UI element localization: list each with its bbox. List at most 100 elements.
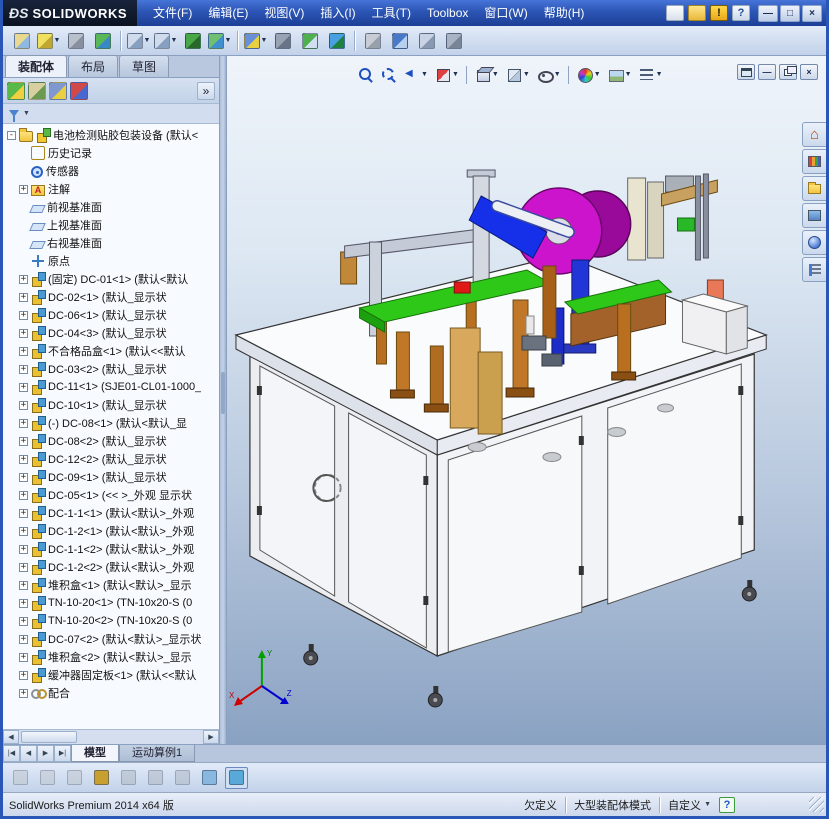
tree-expander[interactable]: + (19, 508, 28, 518)
dropdown-caret-icon[interactable]: ▼ (225, 37, 232, 44)
display-style-button[interactable]: ▼ (503, 64, 532, 85)
hide-show-items-button[interactable]: ▼ (534, 64, 563, 85)
tree-expander[interactable]: + (19, 310, 28, 320)
scroll-right-button[interactable]: ▶ (203, 730, 219, 744)
red-block[interactable] (453, 281, 471, 294)
tree-expander[interactable]: + (19, 616, 28, 626)
tree-item[interactable]: + 堆积盒<1> (默认<默认>_显示 (5, 576, 219, 594)
tree-item[interactable]: + DC-04<3> (默认_显示状 (5, 324, 219, 342)
tree-item[interactable]: + DC-03<2> (默认_显示状 (5, 360, 219, 378)
window-maximize-button[interactable]: □ (780, 4, 800, 22)
model-3d[interactable]: Y X Z (227, 56, 826, 744)
menu-item[interactable]: 插入(I) (312, 0, 363, 26)
new-document-icon[interactable] (666, 5, 684, 21)
measure-button[interactable] (387, 29, 412, 53)
tree-item[interactable]: + (-) DC-08<1> (默认<默认_显 (5, 414, 219, 432)
hide-show-components-button[interactable] (297, 29, 322, 53)
custom-status-dropdown[interactable]: 自定义 ▼ (668, 797, 711, 813)
tree-expander[interactable]: + (19, 544, 28, 554)
tree-expander[interactable]: + (19, 472, 28, 482)
dropdown-caret-icon[interactable]: ▼ (625, 71, 632, 78)
edit-appearance-button[interactable]: ▼ (574, 64, 603, 85)
open-document-icon[interactable] (688, 5, 706, 21)
menu-item[interactable]: 窗口(W) (476, 0, 535, 26)
document-window-menu-button[interactable] (737, 64, 755, 80)
tree-expander[interactable]: + (19, 454, 28, 464)
tree-item[interactable]: + DC-07<2> (默认<默认>_显示状 (5, 630, 219, 648)
tree-item[interactable]: + DC-1-2<2> (默认<默认>_外观 (5, 558, 219, 576)
tree-item[interactable]: +右视基准面 (5, 234, 219, 252)
appearances-scenes-tab[interactable] (802, 230, 826, 255)
menu-item[interactable]: 编辑(E) (200, 0, 256, 26)
tab-草图[interactable]: 草图 (119, 55, 170, 77)
edit-component-button[interactable] (9, 29, 34, 53)
tree-item[interactable]: +历史记录 (5, 144, 219, 162)
panel-expand-button[interactable]: » (197, 81, 215, 100)
rear-fixture-plates[interactable] (627, 173, 724, 301)
selection-filter-toggle-button[interactable] (180, 29, 205, 53)
scroll-left-button[interactable]: ◀ (3, 730, 19, 744)
menu-item[interactable]: 文件(F) (145, 0, 200, 26)
scroll-thumb[interactable] (21, 731, 77, 743)
menu-item[interactable]: 视图(V) (256, 0, 312, 26)
scroll-track[interactable] (19, 730, 203, 744)
filter-surface-bodies-button[interactable] (198, 767, 221, 789)
menu-item[interactable]: Toolbox (419, 0, 476, 26)
tree-item[interactable]: + DC-08<2> (默认_显示状 (5, 432, 219, 450)
tree-item[interactable]: + TN-10-20<1> (TN-10x20-S (0 (5, 594, 219, 612)
view-palette-tab[interactable] (802, 203, 826, 228)
section-view-button[interactable]: ▼ (432, 64, 461, 85)
move-rotate-component-button[interactable] (270, 29, 295, 53)
tree-item[interactable]: +原点 (5, 252, 219, 270)
apply-scene-button[interactable]: ▼ (605, 64, 634, 85)
previous-view-button[interactable]: ▼ (401, 64, 430, 85)
propertymanager-tab-icon[interactable] (28, 81, 46, 100)
edit-appearance-button[interactable]: ▼ (243, 29, 268, 53)
tree-item[interactable]: + DC-02<1> (默认_显示状 (5, 288, 219, 306)
tree-item[interactable]: + (固定) DC-01<1> (默认<默认 (5, 270, 219, 288)
mass-properties-button[interactable] (414, 29, 439, 53)
security-alert-icon[interactable] (710, 5, 728, 21)
tree-item[interactable]: + DC-12<2> (默认_显示状 (5, 450, 219, 468)
tree-horizontal-scrollbar[interactable]: ◀ ▶ (3, 729, 219, 744)
tree-item[interactable]: + DC-05<1> (<< >_外观 显示状 (5, 486, 219, 504)
solidworks-resources-tab[interactable] (802, 122, 826, 147)
tree-expander[interactable]: + (19, 364, 28, 374)
dropdown-caret-icon[interactable]: ▼ (594, 71, 601, 78)
tree-item[interactable]: + DC-06<1> (默认_显示状 (5, 306, 219, 324)
view-settings-button[interactable]: ▼ (636, 64, 665, 85)
tree-item[interactable]: + DC-11<1> (SJE01-CL01-1000_ (5, 378, 219, 396)
zoom-to-area-button[interactable] (378, 64, 399, 85)
tree-item[interactable]: + DC-1-1<1> (默认<默认>_外观 (5, 504, 219, 522)
help-icon[interactable] (732, 5, 750, 21)
filter-caret-icon[interactable]: ▼ (23, 110, 30, 117)
dropdown-caret-icon[interactable]: ▼ (144, 37, 151, 44)
tree-expander[interactable]: + (19, 418, 28, 428)
compare-documents-button[interactable] (90, 29, 115, 53)
isolate-button[interactable] (324, 29, 349, 53)
filter-window-button[interactable]: ▼ (207, 29, 232, 53)
window-close-button[interactable]: × (802, 4, 822, 22)
quick-tips-help-icon[interactable]: ? (719, 796, 735, 813)
design-library-tab[interactable] (802, 149, 826, 174)
window-minimize-button[interactable]: — (758, 4, 778, 22)
tree-expander[interactable]: + (19, 184, 28, 194)
tab-运动算例1[interactable]: 运动算例1 (119, 745, 196, 762)
tree-item[interactable]: + 不合格品盒<1> (默认<<默认 (5, 342, 219, 360)
document-minimize-button[interactable]: — (758, 64, 776, 80)
tree-expander[interactable]: + (19, 526, 28, 536)
tree-expander[interactable]: + (19, 634, 28, 644)
menu-item[interactable]: 帮助(H) (536, 0, 593, 26)
file-explorer-tab[interactable] (802, 176, 826, 201)
close-document-button[interactable] (360, 29, 385, 53)
tree-expander[interactable]: + (19, 382, 28, 392)
tree-expander[interactable]: + (19, 688, 28, 698)
tab-模型[interactable]: 模型 (71, 745, 119, 762)
tree-expander[interactable]: + (19, 652, 28, 662)
view-orientation-button[interactable]: ▼ (472, 64, 501, 85)
tab-nav-button-3[interactable]: ▶| (54, 745, 71, 762)
tab-装配体[interactable]: 装配体 (5, 55, 68, 77)
tree-expander[interactable]: + (19, 598, 28, 608)
dropdown-caret-icon[interactable]: ▼ (554, 71, 561, 78)
custom-status-caret-icon[interactable]: ▼ (704, 801, 711, 808)
